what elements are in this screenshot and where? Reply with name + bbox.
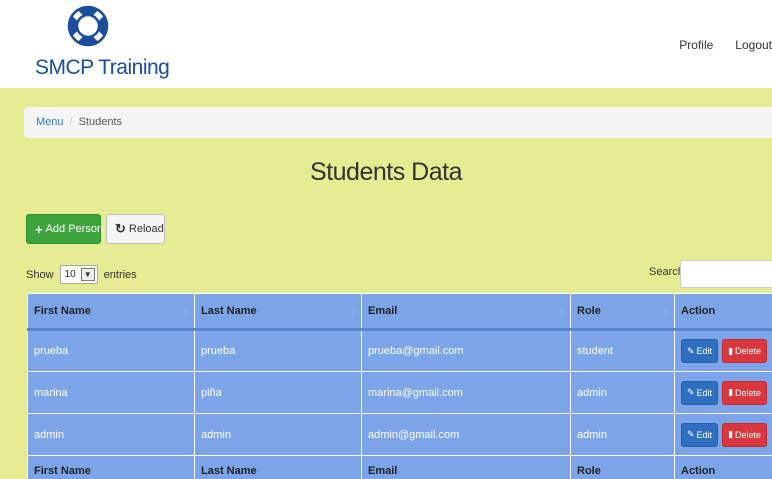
nav-logout-link[interactable]: Logout: [735, 38, 772, 52]
lifebuoy-icon: [67, 5, 109, 47]
breadcrumb-menu-link[interactable]: Menu: [36, 116, 64, 128]
edit-button[interactable]: ✎ Edit: [681, 339, 719, 363]
footer-action: Action: [674, 455, 772, 479]
breadcrumb: Menu / Students: [24, 107, 772, 138]
table-row: marina piña marina@gmail.com admin ✎ Edit…: [27, 371, 772, 414]
column-header-first-name[interactable]: First Name ↓↑: [27, 293, 195, 331]
sort-icon: ↓↑: [183, 306, 190, 316]
add-person-label: Add Person: [45, 223, 104, 235]
cell-email: prueba@gmail.com: [361, 329, 571, 372]
delete-button[interactable]: ▮ Delete: [722, 380, 768, 405]
cell-action: ✎ Edit ▮ Delete: [674, 371, 772, 414]
column-header-email[interactable]: Email ↓↑: [361, 293, 571, 331]
delete-button[interactable]: ▮ Delete: [722, 422, 768, 447]
plus-icon: +: [35, 221, 43, 237]
sort-icon: ↓↑: [663, 306, 670, 316]
cell-first-name: prueba: [27, 329, 195, 372]
page-size-value: 10: [64, 269, 76, 280]
delete-button[interactable]: ▮ Delete: [722, 339, 768, 363]
cell-action: ✎ Edit ▮ Delete: [674, 413, 772, 456]
sort-icon: ↓↑: [350, 306, 357, 316]
nav-links: Profile Logout: [657, 38, 772, 52]
table-footer-row: First Name Last Name Email Role Action: [27, 455, 772, 479]
add-person-button[interactable]: + Add Person: [26, 214, 104, 244]
chevron-down-icon: ▼: [80, 268, 95, 281]
cell-last-name: prueba: [194, 329, 362, 372]
pencil-icon: ✎: [687, 387, 695, 397]
table-header-row: First Name ↓↑ Last Name ↓↑ Email ↓↑ Role ↓↑ …: [27, 293, 772, 331]
cell-email: marina@gmail.com: [361, 371, 571, 414]
page-title: Students Data: [310, 158, 462, 186]
edit-button[interactable]: ✎ Edit: [681, 380, 719, 405]
cell-role: admin: [570, 371, 675, 414]
entries-label: entries: [103, 268, 137, 281]
column-header-action: Action: [674, 293, 772, 331]
trash-icon: ▮: [728, 345, 734, 356]
column-header-role[interactable]: Role ↓↑: [570, 293, 675, 331]
trash-icon: ▮: [728, 387, 734, 397]
students-table: First Name ↓↑ Last Name ↓↑ Email ↓↑ Role ↓↑ …: [27, 293, 772, 479]
column-header-last-name[interactable]: Last Name ↓↑: [194, 293, 362, 331]
reload-button[interactable]: ↻ Reload: [106, 214, 165, 244]
show-label: Show: [26, 268, 54, 281]
footer-role: Role: [570, 455, 675, 479]
footer-last-name: Last Name: [194, 455, 362, 479]
brand-logo[interactable]: SMCP Training: [35, 4, 170, 84]
table-row: prueba prueba prueba@gmail.com student ✎…: [27, 329, 772, 372]
cell-role: admin: [570, 413, 675, 456]
refresh-icon: ↻: [115, 221, 126, 236]
brand-name: SMCP Training: [35, 56, 170, 79]
pencil-icon: ✎: [687, 345, 695, 356]
content-area: Menu / Students Students Data + Add Person…: [0, 88, 772, 479]
top-navbar: SMCP Training Profile Logout: [0, 0, 772, 88]
cell-first-name: marina: [27, 371, 195, 414]
page-size-select[interactable]: 10 ▼: [59, 265, 98, 284]
footer-email: Email: [361, 455, 571, 479]
breadcrumb-current: Students: [78, 116, 123, 128]
cell-email: admin@gmail.com: [361, 413, 571, 456]
footer-first-name: First Name: [27, 455, 195, 479]
cell-last-name: admin: [194, 413, 362, 456]
edit-button[interactable]: ✎ Edit: [681, 422, 719, 447]
sort-icon: ↓↑: [559, 306, 566, 316]
cell-role: student: [570, 329, 675, 372]
cell-last-name: piña: [194, 371, 362, 414]
cell-first-name: admin: [27, 413, 195, 456]
entries-length-control: Show 10 ▼ entries: [26, 265, 137, 284]
nav-profile-link[interactable]: Profile: [679, 38, 713, 52]
pencil-icon: ✎: [687, 429, 695, 439]
trash-icon: ▮: [728, 429, 734, 439]
breadcrumb-separator: /: [69, 116, 73, 128]
search-input[interactable]: [680, 260, 772, 288]
table-row: admin admin admin@gmail.com admin ✎ Edit …: [27, 413, 772, 456]
cell-action: ✎ Edit ▮ Delete: [674, 329, 772, 372]
reload-label: Reload: [128, 223, 164, 235]
